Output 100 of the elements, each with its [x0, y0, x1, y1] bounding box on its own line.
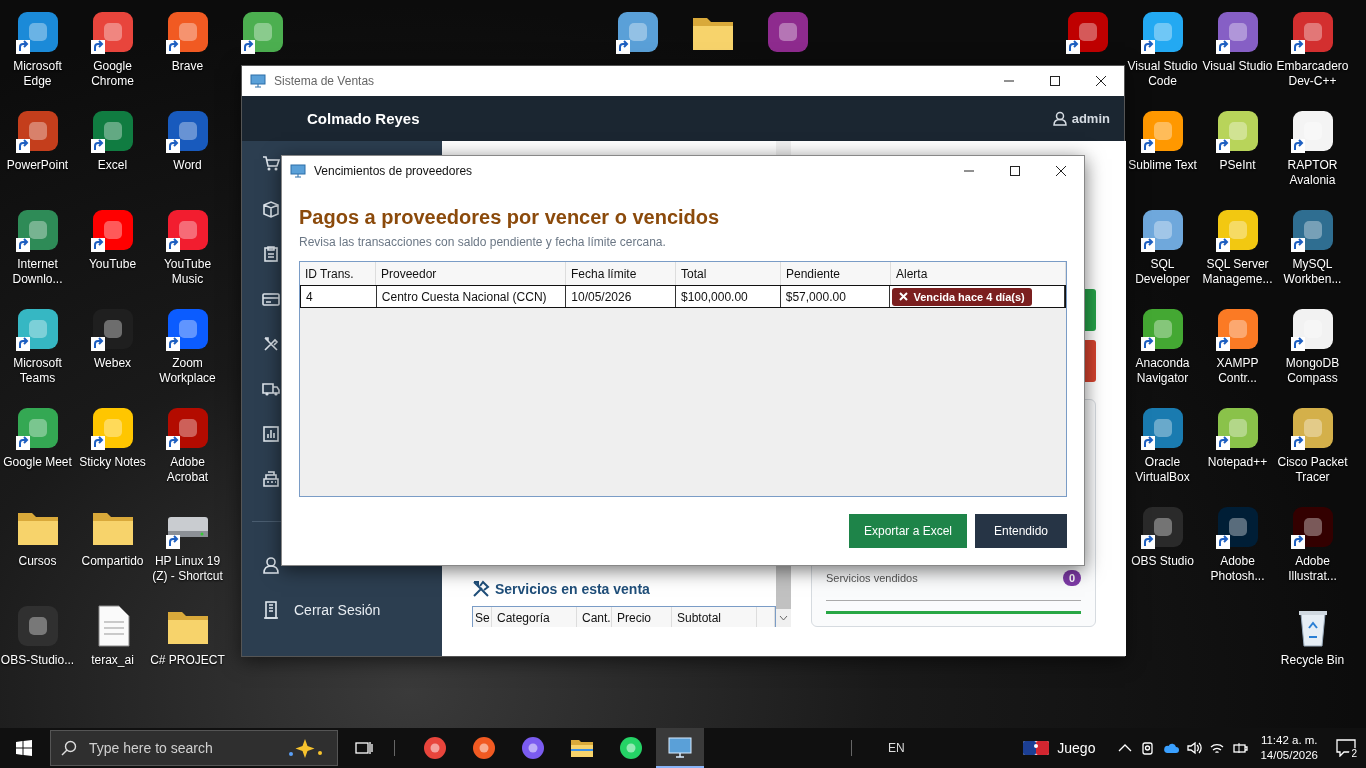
section-heading: Servicios en esta venta — [495, 581, 650, 597]
desktop-icon-label[interactable]: SQL Developer — [1125, 257, 1200, 287]
monitor-icon[interactable] — [668, 735, 692, 759]
column-header[interactable]: Se — [473, 607, 492, 627]
desktop-icon-label[interactable]: Recycle Bin — [1275, 653, 1350, 668]
desktop-icon-label[interactable]: Oracle VirtualBox — [1125, 455, 1200, 485]
clock-time[interactable]: 11:42 a. m. — [1260, 733, 1318, 748]
count-badge: 0 — [1062, 570, 1081, 586]
desktop-icon-label[interactable]: SQL Server Manageme... — [1200, 257, 1275, 287]
speaker-icon[interactable] — [1186, 740, 1203, 756]
app-icon[interactable] — [619, 736, 643, 760]
desktop-icon-label[interactable]: terax_ai — [75, 653, 150, 668]
desktop-icon-label[interactable]: Microsoft Edge — [0, 59, 75, 89]
dialog-subtitle: Revisa las transacciones con saldo pendiente y fecha límite cercana. — [299, 235, 667, 249]
register-icon[interactable] — [262, 469, 280, 488]
desktop-icon-label[interactable]: Notepad++ — [1200, 455, 1275, 470]
desktop-icon-label[interactable]: Visual Studio — [1200, 59, 1275, 74]
desktop-icon-label[interactable]: Adobe Illustrat... — [1275, 554, 1350, 584]
desktop-icon-label[interactable]: Cursos — [0, 554, 75, 569]
search-field[interactable]: Type here to search — [87, 739, 277, 757]
door-icon[interactable] — [262, 600, 280, 619]
desktop-icon-label[interactable]: Visual Studio Code — [1125, 59, 1200, 89]
column-header[interactable]: Precio — [612, 607, 672, 627]
window-title: Vencimientos de proveedores — [314, 164, 474, 178]
clipboard-icon[interactable] — [262, 244, 280, 263]
user-icon — [1052, 111, 1067, 126]
notification-count: 2 — [1349, 748, 1359, 759]
desktop-icon-label[interactable]: Brave — [150, 59, 225, 74]
search-bar[interactable]: Type here to search — [50, 730, 338, 766]
monitor-icon — [290, 164, 306, 178]
desktop-icon-label[interactable]: Microsoft Teams — [0, 356, 75, 386]
desktop-icon-label[interactable]: Zoom Workplace — [150, 356, 225, 386]
widget-label[interactable]: Juego — [1057, 740, 1096, 756]
app-icon[interactable] — [521, 736, 545, 760]
app-icon[interactable] — [423, 736, 447, 760]
export-button[interactable]: Exportar a Excel — [849, 514, 967, 548]
sidebar-item[interactable]: Cerrar Sesión — [294, 601, 381, 618]
caret-down-icon[interactable] — [779, 615, 788, 621]
task-view-icon[interactable] — [355, 740, 373, 756]
ok-button[interactable]: Entendido — [975, 514, 1067, 548]
battery-icon[interactable] — [1232, 740, 1249, 756]
desktop-icon-label[interactable]: Cisco Packet Tracer — [1275, 455, 1350, 485]
desktop-icon-label[interactable]: Internet Downlo... — [0, 257, 75, 287]
desktop-icon-label[interactable]: Adobe Acrobat — [150, 455, 225, 485]
taskbar-app-button[interactable] — [656, 728, 704, 768]
dialog-heading: Pagos a proveedores por vencer o vencidos — [299, 206, 721, 229]
windows-logo-icon[interactable] — [16, 740, 32, 756]
desktop-icon-label[interactable]: Embarcadero Dev-C++ — [1275, 59, 1350, 89]
maximize-icon[interactable] — [1049, 75, 1061, 87]
desktop-icon-label[interactable]: Anaconda Navigator — [1125, 356, 1200, 386]
desktop-icon-label[interactable]: XAMPP Contr... — [1200, 356, 1275, 386]
store-name: Colmado Reyes — [307, 110, 421, 127]
desktop-icon-label[interactable]: Webex — [75, 356, 150, 371]
desktop-icon-label[interactable]: YouTube Music — [150, 257, 225, 287]
search-icon[interactable] — [61, 740, 77, 756]
desktop-icon-label[interactable]: MongoDB Compass — [1275, 356, 1350, 386]
table-cell: 10/05/2026 — [566, 286, 676, 307]
close-icon[interactable] — [1095, 75, 1107, 87]
clock-date[interactable]: 14/05/2026 — [1260, 748, 1318, 763]
column-header[interactable]: Subtotal — [672, 607, 757, 627]
desktop-icon-label[interactable]: Sublime Text — [1125, 158, 1200, 173]
language-indicator[interactable]: EN — [888, 741, 905, 755]
monitor-icon — [250, 74, 266, 88]
desktop-icon-label[interactable]: OBS-Studio... — [0, 653, 75, 668]
desktop-icon-label[interactable]: PowerPoint — [0, 158, 75, 173]
scrollbar-thumb[interactable] — [776, 565, 791, 609]
desktop-icon-label[interactable]: Adobe Photosh... — [1200, 554, 1275, 584]
desktop-icon-label[interactable]: Google Chrome — [75, 59, 150, 89]
summary-label: Servicios vendidos — [826, 572, 918, 584]
desktop-icon-label[interactable]: RAPTOR Avalonia — [1275, 158, 1350, 188]
desktop-icon-label[interactable]: OBS Studio — [1125, 554, 1200, 569]
league-logo-icon[interactable] — [1023, 741, 1050, 755]
user-name: admin — [1071, 111, 1110, 126]
desktop-icon-label[interactable]: Compartido — [75, 554, 150, 569]
app-icon[interactable] — [472, 736, 496, 760]
tools-icon[interactable] — [262, 334, 280, 353]
box-icon[interactable] — [262, 199, 280, 218]
alert-badge: Vencida hace 4 día(s) — [892, 287, 1032, 306]
table-cell: Centro Cuesta Nacional (CCN) — [376, 286, 567, 307]
cart-icon[interactable] — [262, 154, 280, 173]
desktop-icon-label[interactable]: C# PROJECT — [150, 653, 225, 668]
desktop-icon-label[interactable]: YouTube — [75, 257, 150, 272]
notification-icon[interactable] — [1336, 739, 1356, 757]
table-cell: $57,000.00 — [780, 286, 891, 307]
desktop-icon-label[interactable]: Excel — [75, 158, 150, 173]
desktop-icon-label[interactable]: Google Meet — [0, 455, 75, 470]
bar-chart-icon[interactable] — [262, 424, 280, 443]
column-header[interactable]: Cant. — [577, 607, 612, 627]
desktop-icon-label[interactable]: PSeInt — [1200, 158, 1275, 173]
desktop-icon-label[interactable]: HP Linux 19 (Z) - Shortcut — [150, 554, 225, 584]
window-title: Sistema de Ventas — [274, 74, 376, 88]
table-cell: $100,000.00 — [676, 286, 781, 307]
desktop-icon-label[interactable]: Word — [150, 158, 225, 173]
close-icon[interactable] — [1055, 165, 1067, 177]
user-icon[interactable] — [262, 555, 280, 574]
column-header[interactable]: Categoría — [492, 607, 577, 627]
desktop-icon-label[interactable]: MySQL Workben... — [1275, 257, 1350, 287]
table-cell: 4 — [301, 286, 377, 307]
maximize-icon[interactable] — [1009, 165, 1021, 177]
desktop-icon-label[interactable]: Sticky Notes — [75, 455, 150, 470]
